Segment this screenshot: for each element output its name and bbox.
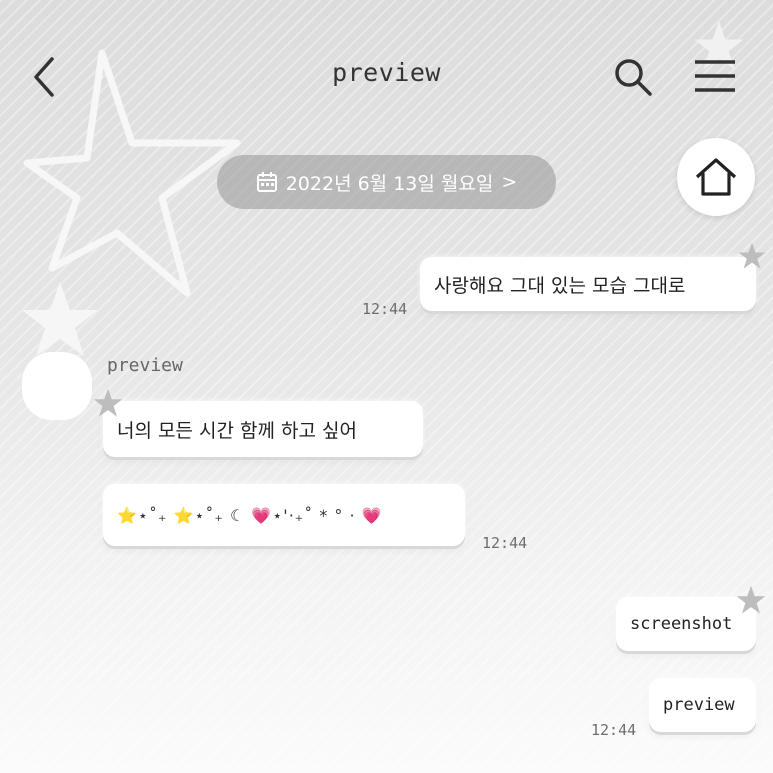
message-bubble-incoming-emoji[interactable]: ⭐⋆˚₊ ⭐⋆˚₊ ☾ 💗⋆'·₊˚ * ° · 💗 <box>103 484 465 546</box>
message-bubble-outgoing[interactable]: 사랑해요 그대 있는 모습 그대로 <box>420 257 756 311</box>
emoji-message: ⭐⋆˚₊ ⭐⋆˚₊ ☾ 💗⋆'·₊˚ * ° · 💗 <box>117 505 383 525</box>
chevron-right-icon: > <box>501 171 518 193</box>
page-title: preview <box>332 58 441 87</box>
date-text: 2022년 6월 13일 월요일 <box>285 172 494 195</box>
hamburger-menu-icon <box>695 60 735 92</box>
star-icon <box>736 585 766 619</box>
home-button[interactable] <box>677 138 755 216</box>
date-divider[interactable]: 2022년 6월 13일 월요일 > <box>217 155 556 209</box>
message-bubble-outgoing[interactable]: screenshot <box>616 597 756 651</box>
sender-name: preview <box>107 355 183 376</box>
star-decoration <box>20 280 100 360</box>
star-icon <box>738 242 766 274</box>
message-bubble-incoming[interactable]: 너의 모든 시간 함께 하고 싶어 <box>103 401 423 457</box>
search-button[interactable] <box>612 56 654 98</box>
message-text: 사랑해요 그대 있는 모습 그대로 <box>434 274 686 297</box>
message-time: 12:44 <box>362 300 408 318</box>
message-text: screenshot <box>630 614 733 634</box>
message-time: 12:44 <box>591 721 637 739</box>
star-icon <box>93 388 123 422</box>
calendar-icon <box>256 172 277 192</box>
message-text: 너의 모든 시간 함께 하고 싶어 <box>117 419 357 442</box>
home-icon <box>695 158 737 196</box>
message-time: 12:44 <box>482 534 528 552</box>
message-bubble-outgoing[interactable]: preview <box>649 678 756 732</box>
avatar[interactable] <box>22 352 92 420</box>
menu-button[interactable] <box>693 58 737 94</box>
search-icon <box>615 59 652 96</box>
message-text: preview <box>663 695 735 715</box>
